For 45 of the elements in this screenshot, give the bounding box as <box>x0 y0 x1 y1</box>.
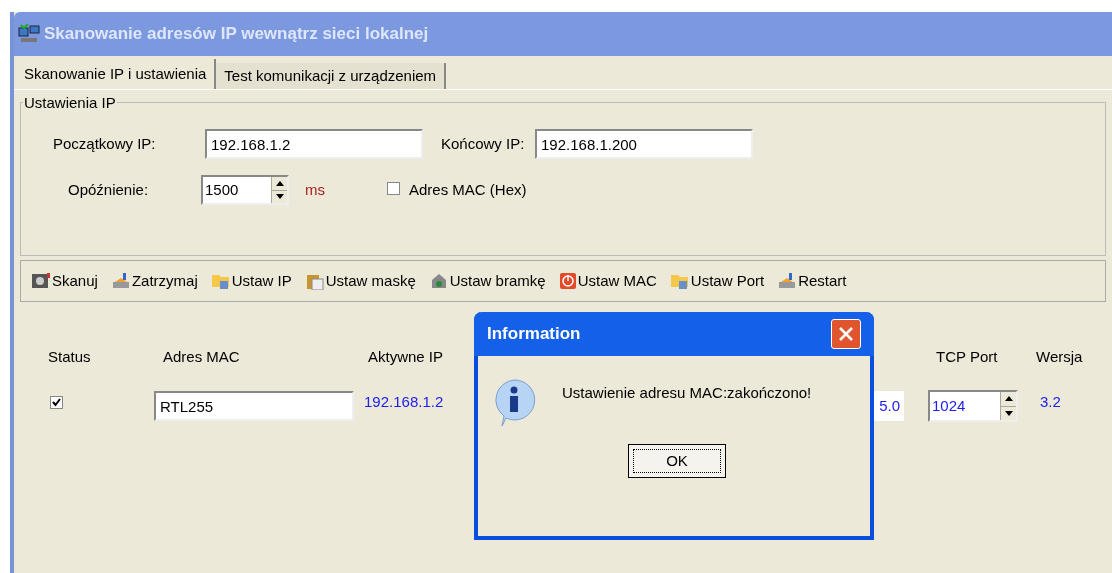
network-computers-icon <box>18 24 40 44</box>
dialog-title: Information <box>487 323 581 346</box>
field-label: Końcowy IP: <box>441 133 526 154</box>
checkbox[interactable] <box>387 181 400 195</box>
column-header: Adres MAC <box>163 346 241 367</box>
ok-button[interactable]: OK <box>628 444 726 478</box>
close-icon <box>838 326 854 342</box>
toolbar-button[interactable]: Ustaw Port <box>669 269 765 293</box>
power-icon <box>558 272 577 290</box>
toolbar-button[interactable]: Skanuj <box>31 269 98 293</box>
up-arrow-icon[interactable] <box>1004 396 1013 402</box>
field-label: Opóźnienie: <box>68 179 150 200</box>
column-header: Wersja <box>1036 346 1083 367</box>
column-header: Status <box>48 346 92 367</box>
toolbar-button[interactable]: Ustaw IP <box>210 269 292 293</box>
up-arrow-icon[interactable] <box>275 180 284 186</box>
close-button[interactable] <box>831 319 861 349</box>
folder-computer-icon <box>210 272 231 290</box>
toolbar-button[interactable]: Ustaw MAC <box>558 269 657 293</box>
toolbar-button[interactable]: Zatrzymaj <box>110 269 198 293</box>
column-header: TCP Port <box>936 346 999 367</box>
ip-address: 192.168.1.2 <box>364 391 445 412</box>
field-label: Początkowy IP: <box>53 133 157 154</box>
toolbar-button[interactable]: Restart <box>777 269 847 293</box>
mac-field[interactable]: RTL255 <box>154 391 354 421</box>
down-arrow-icon[interactable] <box>275 194 284 200</box>
version-text: 3.2 <box>1040 391 1061 412</box>
down-arrow-icon[interactable] <box>1004 410 1013 416</box>
unit-label: ms <box>305 179 325 200</box>
printer-brush-icon <box>110 272 131 290</box>
printer-brush-icon <box>777 272 798 290</box>
tab[interactable]: Test komunikacji z urządzeniem <box>216 63 447 89</box>
column-header: Aktywne IP <box>368 346 445 367</box>
folder-computer-icon <box>669 272 690 290</box>
clipboard-icon <box>304 272 325 290</box>
port-spin-field[interactable]: 1024 <box>928 390 1018 422</box>
checkbox-label: Adres MAC (Hex) <box>409 179 527 200</box>
input-field[interactable]: 192.168.1.200 <box>535 129 753 159</box>
toolbar-button[interactable]: Ustaw bramkę <box>428 269 546 293</box>
checkbox[interactable] <box>50 395 63 409</box>
toolbar-button[interactable]: Ustaw maskę <box>304 269 416 293</box>
spin-field[interactable]: 1500 <box>201 175 289 205</box>
dialog-message: Ustawienie adresu MAC:zakończono! <box>562 383 812 403</box>
input-field[interactable]: 192.168.1.2 <box>205 129 423 159</box>
window-title: Skanowanie adresów IP wewnątrz sieci lokalnej <box>44 23 429 46</box>
